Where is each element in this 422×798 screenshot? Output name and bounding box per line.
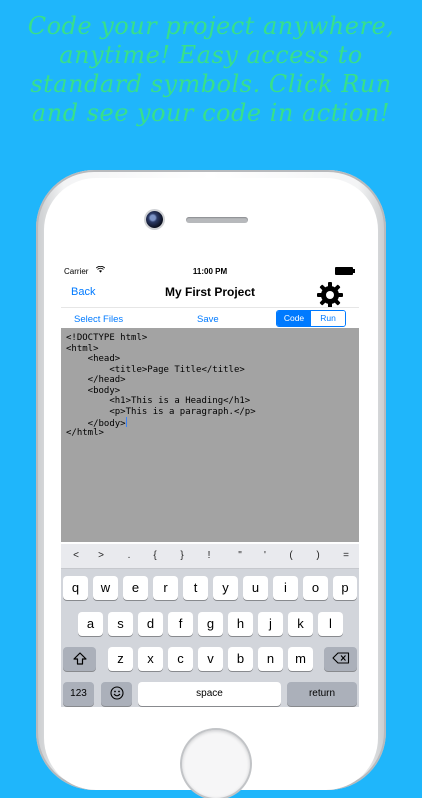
save-button[interactable]: Save — [197, 314, 219, 325]
run-segment[interactable]: Run — [311, 311, 345, 326]
symbol-key[interactable]: > — [92, 550, 110, 561]
keyboard: < > . { } ! " ' ( ) = q w e r t y u i o … — [61, 544, 359, 707]
select-files-button[interactable]: Select Files — [74, 314, 123, 325]
headline-line-4: and see your code in action! — [31, 99, 391, 127]
key-h[interactable]: h — [228, 612, 253, 636]
home-button[interactable] — [182, 730, 250, 798]
symbol-key[interactable]: < — [67, 550, 85, 561]
key-c[interactable]: c — [168, 647, 193, 671]
key-j[interactable]: j — [258, 612, 283, 636]
code-line: <p>This is a paragraph.</p> — [66, 406, 256, 417]
key-b[interactable]: b — [228, 647, 253, 671]
emoji-key[interactable] — [101, 682, 132, 706]
mode-segmented-control: Code Run — [276, 310, 346, 327]
key-w[interactable]: w — [93, 576, 118, 600]
key-x[interactable]: x — [138, 647, 163, 671]
symbol-key[interactable]: { — [146, 550, 164, 561]
code-line: <!DOCTYPE html> — [66, 333, 148, 343]
symbol-key[interactable]: ' — [256, 550, 274, 561]
key-p[interactable]: p — [333, 576, 357, 600]
symbol-key[interactable]: . — [120, 550, 138, 561]
headline-line-3: standard symbols. Click Run — [30, 70, 392, 98]
key-g[interactable]: g — [198, 612, 223, 636]
headline-line-1: Code your project anywhere, — [27, 12, 395, 40]
headline-line-2: anytime! Easy access to — [59, 41, 363, 69]
key-q[interactable]: q — [63, 576, 88, 600]
symbol-key[interactable]: ( — [282, 550, 300, 561]
key-i[interactable]: i — [273, 576, 298, 600]
earpiece-speaker — [186, 217, 248, 223]
code-line: <title>Page Title</title> — [66, 364, 245, 375]
symbol-key[interactable]: ) — [309, 550, 327, 561]
key-o[interactable]: o — [303, 576, 328, 600]
code-line: </html> — [66, 427, 104, 438]
backspace-icon — [331, 652, 349, 664]
text-cursor — [125, 417, 127, 427]
key-l[interactable]: l — [318, 612, 343, 636]
status-time: 11:00 PM — [192, 267, 228, 276]
code-line: <html> — [66, 343, 99, 354]
return-key[interactable]: return — [287, 682, 357, 706]
key-z[interactable]: z — [108, 647, 133, 671]
key-e[interactable]: e — [123, 576, 148, 600]
app-screen: Carrier 11:00 PM Back My First Project S… — [61, 262, 359, 707]
key-t[interactable]: t — [183, 576, 208, 600]
symbol-key[interactable]: = — [337, 550, 355, 561]
symbol-bar: < > . { } ! " ' ( ) = — [61, 544, 359, 569]
key-a[interactable]: a — [78, 612, 103, 636]
key-m[interactable]: m — [288, 647, 313, 671]
key-k[interactable]: k — [288, 612, 313, 636]
status-bar: Carrier 11:00 PM — [61, 262, 359, 280]
symbol-key[interactable]: } — [173, 550, 191, 561]
editor-toolbar: Select Files Save Code Run — [61, 307, 359, 328]
code-editor[interactable]: <!DOCTYPE html> <html> <head> <title>Pag… — [61, 328, 359, 542]
navigation-bar: Back My First Project — [61, 280, 359, 308]
gear-icon[interactable] — [315, 280, 345, 310]
front-camera-icon — [146, 211, 163, 228]
code-segment[interactable]: Code — [277, 311, 311, 326]
key-r[interactable]: r — [153, 576, 178, 600]
key-s[interactable]: s — [108, 612, 133, 636]
space-key[interactable]: space — [138, 682, 281, 706]
shift-icon — [72, 652, 87, 665]
symbol-key[interactable]: ! — [200, 550, 218, 561]
headline: Code your project anywhere, anytime! Eas… — [0, 12, 422, 128]
symbol-key[interactable]: " — [231, 550, 249, 561]
shift-key[interactable] — [63, 647, 96, 671]
key-d[interactable]: d — [138, 612, 163, 636]
code-line: <h1>This is a Heading</h1> — [66, 396, 251, 406]
numbers-key[interactable]: 123 — [63, 682, 94, 706]
emoji-icon — [109, 686, 124, 700]
key-f[interactable]: f — [168, 612, 193, 636]
key-v[interactable]: v — [198, 647, 223, 671]
code-line: </head> — [66, 375, 126, 385]
key-u[interactable]: u — [243, 576, 268, 600]
delete-key[interactable] — [324, 647, 357, 671]
key-n[interactable]: n — [258, 647, 283, 671]
key-y[interactable]: y — [213, 576, 238, 600]
code-line: <head> — [66, 354, 121, 364]
battery-icon — [335, 267, 355, 275]
code-line: <body> — [66, 385, 121, 396]
